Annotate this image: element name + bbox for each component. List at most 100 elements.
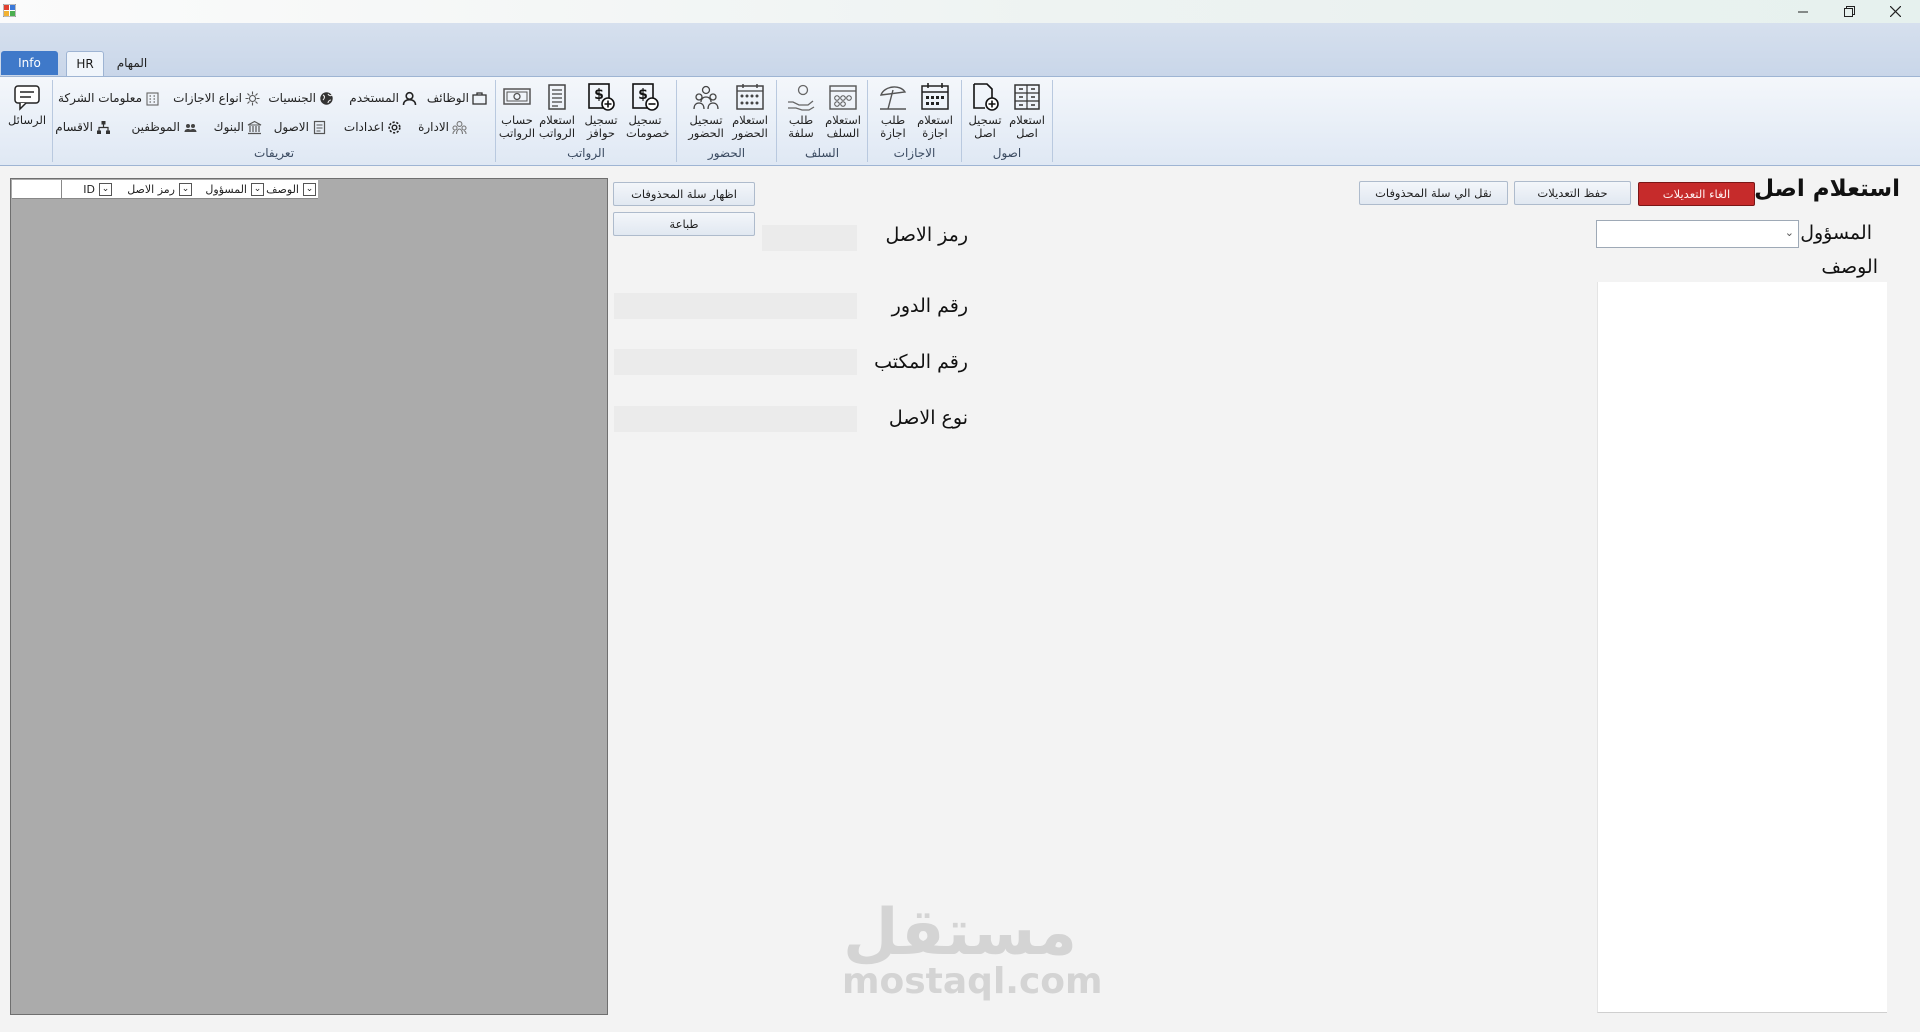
chevron-down-icon[interactable]: ⌄ xyxy=(99,182,112,196)
ribbon-group-definitions: الوظائف المستخدم الجنسيات انواع الاجازات… xyxy=(53,80,496,162)
column-header-responsible-label: المسؤول xyxy=(205,182,247,196)
user-button[interactable]: المستخدم xyxy=(349,88,417,108)
user-icon xyxy=(402,91,417,105)
assets-def-button[interactable]: الاصول xyxy=(274,117,327,137)
settings-button[interactable]: اعدادات xyxy=(344,117,402,137)
asset-query-button[interactable]: استعلام اصل xyxy=(1008,82,1046,140)
user-label: المستخدم xyxy=(349,91,399,105)
administration-button[interactable]: الادارة xyxy=(418,117,467,137)
minimize-button[interactable] xyxy=(1780,0,1826,23)
ribbon-group-leaves: طلب اجازة استعلام اجازة الاجازات xyxy=(868,80,962,162)
ribbon-group-advances: طلب سلفة استعلام السلف السلف xyxy=(777,80,868,162)
attendance-query-label: استعلام الحضور xyxy=(732,113,768,140)
print-button[interactable]: طباعة xyxy=(613,212,755,236)
leave-query-label: استعلام اجازة xyxy=(917,113,953,140)
show-trash-button[interactable]: اظهار سلة المحذوفات xyxy=(613,182,755,206)
hand-coin-icon xyxy=(788,84,815,111)
asset-type-label: نوع الاصل xyxy=(888,407,968,429)
record-attendance-button[interactable]: تسجيل الحضور xyxy=(685,82,727,140)
company-info-button[interactable]: معلومات الشركة xyxy=(58,88,160,108)
ribbon-group-messages: الرسائل xyxy=(2,80,53,162)
floor-number-label: رقم الدور xyxy=(891,295,968,317)
app-icon xyxy=(3,4,16,17)
record-deductions-label: تسجيل خصومات xyxy=(626,113,670,140)
column-header-responsible[interactable]: المسؤول ⌄ xyxy=(194,180,264,198)
floor-number-field[interactable] xyxy=(614,293,857,319)
cabinet-icon xyxy=(1014,84,1040,110)
asset-code-field[interactable] xyxy=(762,225,857,251)
ribbon-group-assets: تسجيل اصل استعلام اصل اصول xyxy=(962,80,1053,162)
leave-types-button[interactable]: انواع الاجازات xyxy=(173,88,260,108)
move-to-trash-button[interactable]: نقل الي سلة المحذوفات xyxy=(1359,181,1508,205)
definitions-group-label: تعريفات xyxy=(253,146,295,160)
document-plus-icon xyxy=(973,83,999,111)
window-title-bar xyxy=(0,0,1920,23)
advances-group-label: السلف xyxy=(804,146,840,160)
save-changes-button[interactable]: حفظ التعديلات xyxy=(1514,181,1631,205)
ribbon-panel: الرسائل الوظائف المستخدم الجنسيات انواع … xyxy=(0,76,1920,166)
nationalities-button[interactable]: الجنسيات xyxy=(268,88,334,108)
page-title: استعلام اصل xyxy=(1754,176,1900,202)
watermark-latin: mostaql.com xyxy=(842,961,1103,1002)
assets-grid[interactable]: ID ⌄ رمز الاصل ⌄ المسؤول ⌄ الوصف ⌄ xyxy=(10,178,608,1015)
ledger-icon xyxy=(548,84,566,110)
column-header-description-label: الوصف xyxy=(266,182,299,196)
employees-label: الموظفين xyxy=(131,120,180,134)
column-header-id-label: ID xyxy=(83,182,95,196)
messages-label: الرسائل xyxy=(7,113,47,127)
chevron-down-icon[interactable]: ⌄ xyxy=(179,182,192,196)
beach-umbrella-icon xyxy=(879,86,907,110)
column-header-id[interactable]: ID ⌄ xyxy=(64,180,112,198)
responsible-select[interactable]: ⌄ xyxy=(1596,220,1799,248)
assets-def-label: الاصول xyxy=(273,120,309,134)
asset-query-label: استعلام اصل xyxy=(1009,113,1045,140)
assets-group-label: اصول xyxy=(992,146,1022,160)
advances-query-button[interactable]: استعلام السلف xyxy=(824,82,862,140)
office-number-field[interactable] xyxy=(614,349,857,375)
jobs-button[interactable]: الوظائف xyxy=(427,88,487,108)
request-leave-button[interactable]: طلب اجازة xyxy=(874,82,912,140)
register-asset-button[interactable]: تسجيل اصل xyxy=(966,82,1004,140)
minimize-icon xyxy=(1798,11,1808,12)
close-icon xyxy=(1889,6,1901,17)
column-header-asset-code[interactable]: رمز الاصل ⌄ xyxy=(114,180,192,198)
calculate-salaries-button[interactable]: حساب الرواتب xyxy=(498,82,536,140)
departments-button[interactable]: الاقسام xyxy=(55,117,111,137)
messages-button[interactable]: الرسائل xyxy=(6,82,48,127)
close-button[interactable] xyxy=(1872,0,1918,23)
leave-query-button[interactable]: استعلام اجازة xyxy=(916,82,954,140)
watermark-arabic: مستقل xyxy=(842,896,1078,970)
attendance-group-label: الحضور xyxy=(707,146,746,160)
gear-icon xyxy=(388,120,401,134)
record-incentives-button[interactable]: $ تسجيل حوافز xyxy=(582,82,620,140)
restore-icon xyxy=(1843,6,1855,17)
tab-tasks[interactable]: المهام xyxy=(110,51,154,75)
grid-filter-input[interactable] xyxy=(12,180,62,198)
asset-type-field[interactable] xyxy=(614,406,857,432)
request-leave-label: طلب اجازة xyxy=(880,113,906,140)
calendar-people-icon xyxy=(736,84,764,110)
chevron-down-icon[interactable]: ⌄ xyxy=(251,182,264,196)
restore-button[interactable] xyxy=(1826,0,1872,23)
calendar-icon xyxy=(921,83,949,110)
salaries-query-button[interactable]: استعلام الرواتب xyxy=(538,82,576,140)
record-deductions-button[interactable]: $ تسجيل خصومات xyxy=(626,82,670,140)
column-header-description[interactable]: الوصف ⌄ xyxy=(266,180,316,198)
chevron-down-icon[interactable]: ⌄ xyxy=(303,182,316,196)
tab-info[interactable]: Info xyxy=(1,51,58,75)
banks-button[interactable]: البنوك xyxy=(214,117,262,137)
employees-button[interactable]: الموظفين xyxy=(131,117,198,137)
description-textarea[interactable] xyxy=(1597,282,1887,1013)
document-icon xyxy=(313,120,326,134)
globe-icon xyxy=(320,91,333,105)
request-advance-button[interactable]: طلب سلفة xyxy=(782,82,820,140)
departments-label: الاقسام xyxy=(55,120,93,134)
tab-hr[interactable]: HR xyxy=(66,51,104,77)
company-info-label: معلومات الشركة xyxy=(57,91,142,105)
briefcase-icon xyxy=(472,91,487,105)
record-attendance-label: تسجيل الحضور xyxy=(688,113,724,140)
description-label: الوصف xyxy=(1821,256,1878,278)
cancel-changes-button[interactable]: الغاء التعديلات xyxy=(1638,182,1755,206)
record-incentives-label: تسجيل حوافز xyxy=(584,113,618,140)
attendance-query-button[interactable]: استعلام الحضور xyxy=(729,82,771,140)
